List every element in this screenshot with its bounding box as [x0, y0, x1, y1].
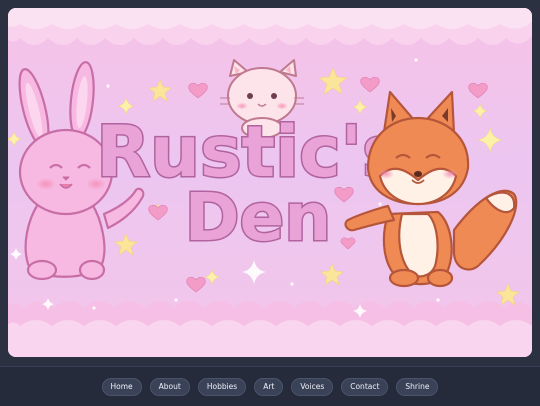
- main-navigation: Home About Hobbies Art Voices Contact Sh…: [0, 366, 540, 406]
- top-cloud-border: [8, 8, 532, 45]
- nav-hobbies[interactable]: Hobbies: [197, 377, 247, 396]
- nav-about[interactable]: About: [149, 377, 190, 396]
- nav-art[interactable]: Art: [254, 377, 284, 396]
- nav-shrine[interactable]: Shrine: [396, 377, 439, 396]
- nav-home[interactable]: Home: [101, 377, 142, 396]
- nav-voices[interactable]: Voices: [291, 377, 334, 396]
- bottom-cloud-border: [8, 301, 532, 357]
- nav-contact[interactable]: Contact: [341, 377, 389, 396]
- header-banner: Rustic's Den: [8, 8, 532, 357]
- site-title-line2: Den: [185, 179, 332, 256]
